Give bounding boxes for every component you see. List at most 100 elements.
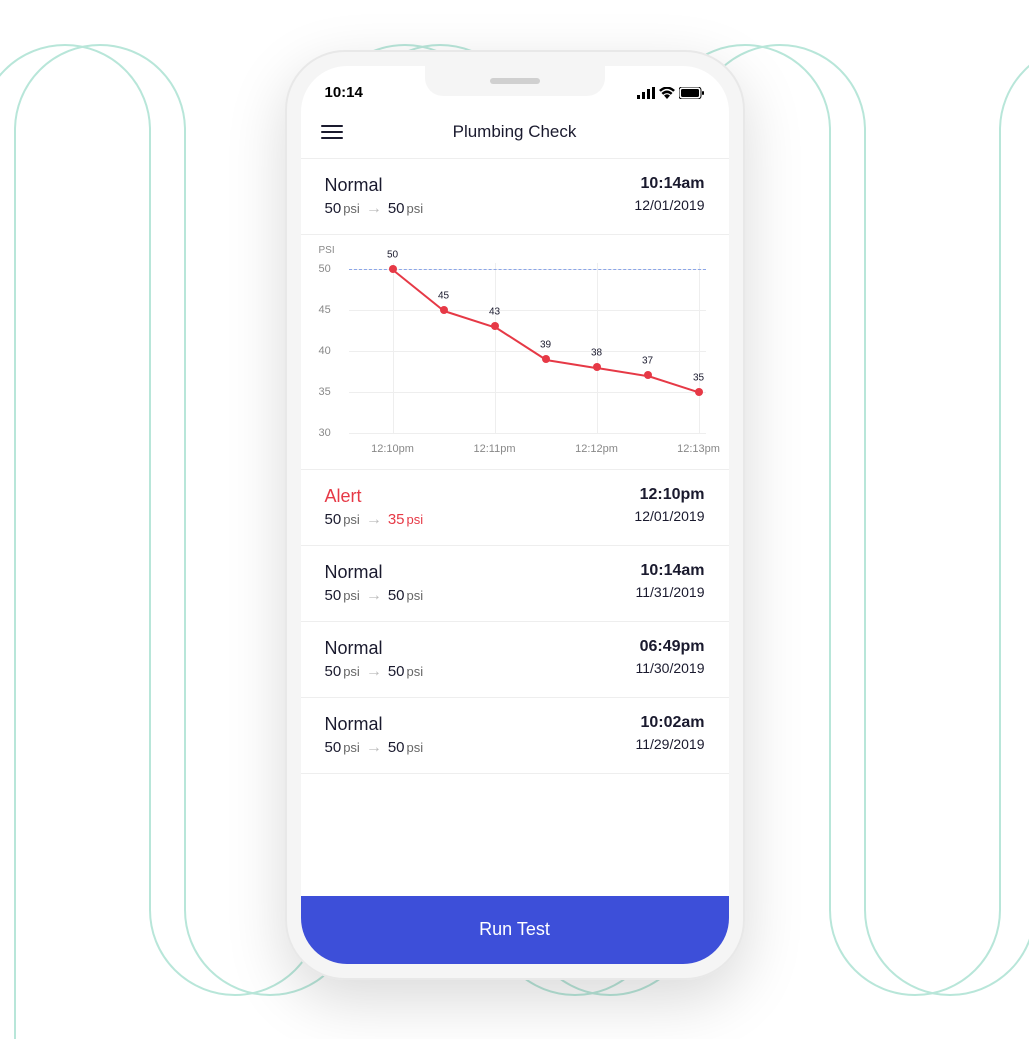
chart-line-segment xyxy=(392,269,444,312)
chart-gridline-v xyxy=(495,263,496,433)
battery-icon xyxy=(679,87,705,99)
psi-change: 50psi→50psi xyxy=(325,663,424,681)
chart-baseline xyxy=(349,269,706,270)
chart-xtick: 12:10pm xyxy=(371,443,414,455)
cellular-icon xyxy=(637,87,655,99)
psi-unit: psi xyxy=(343,588,360,603)
entry-time: 10:02am xyxy=(635,714,704,732)
psi-unit: psi xyxy=(343,201,360,216)
chart-point-label: 39 xyxy=(540,339,551,350)
arrow-icon: → xyxy=(366,663,382,681)
chart-point xyxy=(491,322,499,330)
history-entry[interactable]: Normal50psi→50psi10:14am11/31/2019 xyxy=(301,546,729,622)
arrow-icon: → xyxy=(366,587,382,605)
chart-ytick: 40 xyxy=(319,345,331,357)
entry-status: Alert xyxy=(325,486,424,507)
chart-gridline-h xyxy=(349,310,706,311)
entry-time: 10:14am xyxy=(635,562,704,580)
psi-unit: psi xyxy=(407,201,424,216)
psi-to: 50 xyxy=(388,587,405,604)
entry-status: Normal xyxy=(325,714,424,735)
chart-gridline-h xyxy=(349,433,706,434)
history-entry[interactable]: Normal50psi→50psi06:49pm11/30/2019 xyxy=(301,622,729,698)
chart-line-segment xyxy=(545,359,596,369)
chart-ytick: 50 xyxy=(319,263,331,275)
entry-time: 12:10pm xyxy=(634,486,704,504)
psi-unit: psi xyxy=(407,512,424,527)
chart-xtick: 12:11pm xyxy=(474,443,516,455)
psi-from: 50 xyxy=(325,511,342,528)
chart-point xyxy=(644,371,652,379)
psi-unit: psi xyxy=(407,740,424,755)
psi-unit: psi xyxy=(407,664,424,679)
run-test-button[interactable]: Run Test xyxy=(301,896,729,964)
psi-change: 50psi→35psi xyxy=(325,511,424,529)
entry-time: 06:49pm xyxy=(635,638,704,656)
chart-ytick: 30 xyxy=(319,427,331,439)
chart-gridline-h xyxy=(349,392,706,393)
entry-date: 12/01/2019 xyxy=(634,508,704,524)
entry-date: 12/01/2019 xyxy=(634,197,704,213)
chart-point xyxy=(389,265,397,273)
psi-from: 50 xyxy=(325,663,342,680)
page-title: Plumbing Check xyxy=(321,122,709,142)
chart-xtick: 12:13pm xyxy=(677,443,720,455)
chart-point-label: 37 xyxy=(642,356,653,367)
chart-ytick: 35 xyxy=(319,386,331,398)
chart-point-label: 43 xyxy=(489,306,500,317)
psi-unit: psi xyxy=(343,664,360,679)
app-header: Plumbing Check xyxy=(301,110,729,159)
arrow-icon: → xyxy=(366,200,382,218)
entry-date: 11/29/2019 xyxy=(635,736,704,752)
chart-line-segment xyxy=(443,310,495,328)
status-time: 10:14 xyxy=(325,84,363,101)
phone-notch xyxy=(425,66,605,96)
status-icons xyxy=(637,87,705,99)
psi-change: 50psi→50psi xyxy=(325,200,424,218)
chart-point-label: 35 xyxy=(693,372,704,383)
psi-to: 50 xyxy=(388,663,405,680)
arrow-icon: → xyxy=(366,511,382,529)
psi-to: 50 xyxy=(388,200,405,217)
chart-gridline-h xyxy=(349,351,706,352)
psi-from: 50 xyxy=(325,739,342,756)
chart-gridline-v xyxy=(699,263,700,433)
psi-to: 50 xyxy=(388,739,405,756)
chart-ylabel: PSI xyxy=(319,245,335,256)
entry-date: 11/30/2019 xyxy=(635,660,704,676)
chart-point xyxy=(593,363,601,371)
entry-status: Normal xyxy=(325,562,424,583)
psi-from: 50 xyxy=(325,587,342,604)
chart-point-label: 50 xyxy=(387,249,398,260)
chart-line-segment xyxy=(494,326,546,360)
psi-unit: psi xyxy=(343,512,360,527)
chart-point xyxy=(542,355,550,363)
psi-change: 50psi→50psi xyxy=(325,739,424,757)
chart-ytick: 45 xyxy=(319,304,331,316)
phone-screen: 10:14 Plumbing Check Normal50psi→50psi10… xyxy=(301,66,729,964)
entry-status: Normal xyxy=(325,638,424,659)
history-entry[interactable]: Alert50psi→35psi12:10pm12/01/2019 xyxy=(301,470,729,546)
chart-point-label: 45 xyxy=(438,290,449,301)
chart-gridline-v xyxy=(393,263,394,433)
history-entry[interactable]: Normal50psi→50psi10:02am11/29/2019 xyxy=(301,698,729,774)
psi-to: 35 xyxy=(388,511,405,528)
phone-frame: 10:14 Plumbing Check Normal50psi→50psi10… xyxy=(285,50,745,980)
chart-point xyxy=(695,388,703,396)
entry-status: Normal xyxy=(325,175,424,196)
chart-point-label: 38 xyxy=(591,347,602,358)
entry-date: 11/31/2019 xyxy=(635,584,704,600)
chart-point xyxy=(440,306,448,314)
pressure-chart: PSI 50 45 40 35 30 12:10pm 12:11pm 12:12pm 12:13p… xyxy=(301,235,729,470)
history-entry[interactable]: Normal50psi→50psi10:14am12/01/2019 xyxy=(301,159,729,235)
chart-line-segment xyxy=(596,367,647,377)
psi-from: 50 xyxy=(325,200,342,217)
arrow-icon: → xyxy=(366,739,382,757)
psi-change: 50psi→50psi xyxy=(325,587,424,605)
psi-unit: psi xyxy=(343,740,360,755)
psi-unit: psi xyxy=(407,588,424,603)
content-scroll[interactable]: Normal50psi→50psi10:14am12/01/2019PSI504… xyxy=(301,159,729,889)
chart-xtick: 12:12pm xyxy=(575,443,618,455)
wifi-icon xyxy=(659,87,675,99)
entry-time: 10:14am xyxy=(634,175,704,193)
